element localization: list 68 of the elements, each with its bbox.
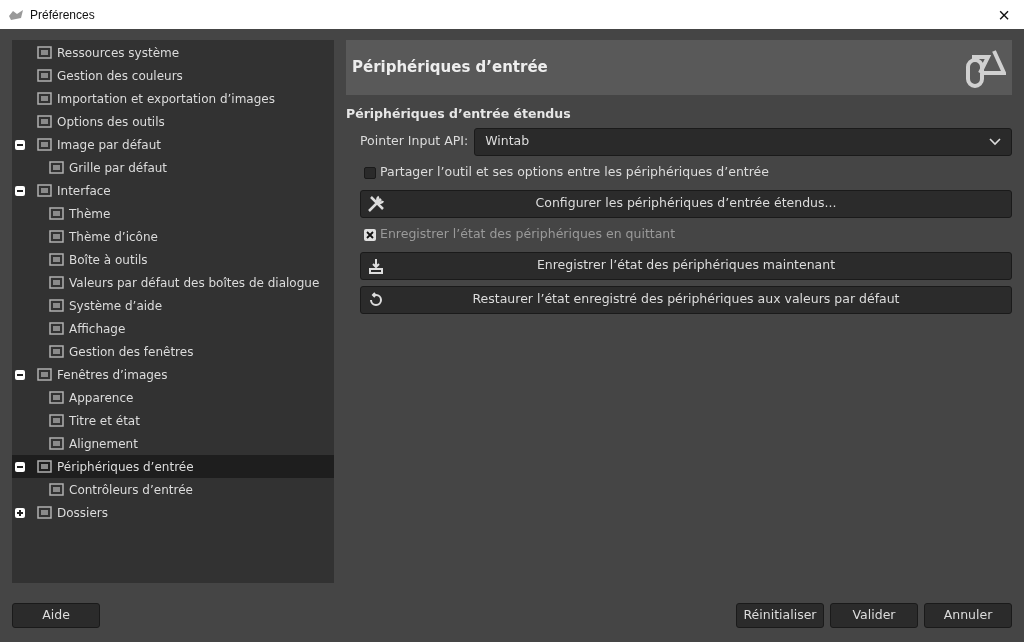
window-title: Préférences [30, 6, 95, 24]
dialog-button[interactable]: Réinitialiser [736, 602, 824, 628]
tree-item[interactable]: Grille par défaut [12, 156, 334, 179]
app-icon [8, 7, 24, 22]
item-icon [48, 343, 66, 360]
tree-item[interactable]: Apparence [12, 386, 334, 409]
tree-item[interactable]: Alignement [12, 432, 334, 455]
tree-item[interactable]: Titre et état [12, 409, 334, 432]
tree-item[interactable]: Affichage [12, 317, 334, 340]
tree-item[interactable]: Thème [12, 202, 334, 225]
item-icon [48, 481, 66, 498]
chevron-down-icon [989, 137, 1001, 146]
tree-item[interactable]: Valeurs par défaut des boîtes de dialogue [12, 271, 334, 294]
dialog-button[interactable]: Annuler [924, 602, 1012, 628]
checkbox-label: Partager l’outil et ses options entre les périphériques d’entrée [380, 163, 769, 182]
item-icon [36, 136, 54, 153]
tree-item[interactable]: Interface [12, 179, 334, 202]
tree-item[interactable]: Fenêtres d’images [12, 363, 334, 386]
action-button[interactable]: Restaurer l’état enregistré des périphériques aux valeurs par défaut [360, 285, 1012, 314]
tree-item[interactable]: Périphériques d’entrée [12, 455, 334, 478]
checkbox-label: Enregistrer l’état des périphériques en quittant [380, 225, 676, 244]
reset-icon [368, 291, 384, 308]
item-icon [48, 412, 66, 429]
item-icon [48, 228, 66, 245]
item-icon [36, 113, 54, 130]
download-icon [369, 257, 383, 274]
expander-icon[interactable] [15, 139, 25, 150]
tree-item[interactable]: Gestion des couleurs [12, 64, 334, 87]
tree-item[interactable]: Options des outils [12, 110, 334, 133]
item-icon [48, 389, 66, 406]
item-icon [36, 504, 54, 521]
section-title: Périphériques d’entrée étendus [346, 105, 572, 123]
dialog-button[interactable]: Valider [830, 602, 918, 628]
item-icon [36, 182, 54, 199]
item-icon [48, 205, 66, 222]
expander-icon[interactable] [15, 461, 25, 472]
tree-item[interactable]: Ressources système [12, 41, 334, 64]
action-button[interactable]: Enregistrer l’état des périphériques maintenant [360, 251, 1012, 280]
tools-icon [367, 194, 385, 213]
item-icon [48, 159, 66, 176]
item-icon [36, 44, 54, 61]
item-icon [36, 366, 54, 383]
item-icon [36, 90, 54, 107]
expander-icon[interactable] [15, 185, 25, 196]
tree-item[interactable]: Image par défaut [12, 133, 334, 156]
expander-icon[interactable] [15, 369, 25, 380]
item-icon [48, 251, 66, 268]
item-icon [48, 274, 66, 291]
api-dropdown[interactable]: Wintab [474, 127, 1012, 156]
tree-item[interactable]: Gestion des fenêtres [12, 340, 334, 363]
field-label: Pointer Input API: [360, 132, 469, 151]
checkbox[interactable] [364, 166, 376, 179]
item-icon [48, 435, 66, 452]
tree-item[interactable]: Thème d’icône [12, 225, 334, 248]
tree-item[interactable]: Importation et exportation d’images [12, 87, 334, 110]
tree-item[interactable]: Contrôleurs d’entrée [12, 478, 334, 501]
expander-icon[interactable] [15, 507, 25, 518]
page-title: Périphériques d’entrée [352, 57, 548, 79]
item-icon [36, 458, 54, 475]
item-icon [48, 297, 66, 314]
item-icon [36, 67, 54, 84]
tree-item[interactable]: Dossiers [12, 501, 334, 524]
close-button[interactable]: × [992, 4, 1016, 25]
tree-item[interactable]: Système d’aide [12, 294, 334, 317]
help-button[interactable]: Aide [12, 602, 100, 628]
action-button[interactable]: Configurer les périphériques d’entrée étendus... [360, 189, 1012, 218]
tree-item[interactable]: Boîte à outils [12, 248, 334, 271]
item-icon [48, 320, 66, 337]
